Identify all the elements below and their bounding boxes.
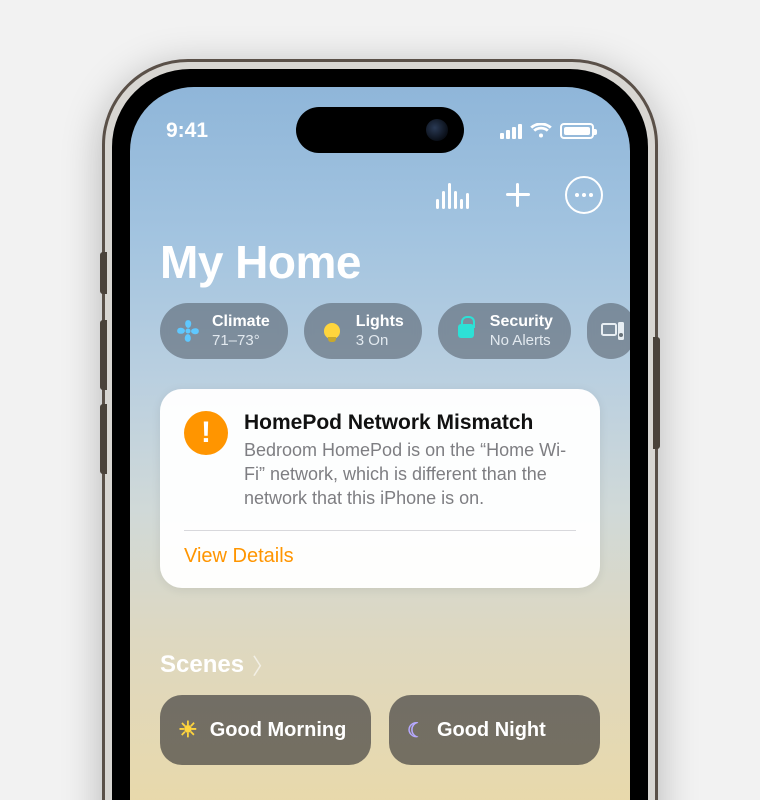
alert-card: ! HomePod Network Mismatch Bedroom HomeP… <box>160 389 600 588</box>
scenes-heading: Scenes <box>160 651 244 679</box>
chip-label: Lights <box>356 313 404 331</box>
warning-icon: ! <box>184 411 228 455</box>
category-chips: Climate 71–73° Lights 3 On <box>160 303 630 359</box>
chip-climate[interactable]: Climate 71–73° <box>160 303 288 359</box>
intercom-button[interactable] <box>432 175 472 215</box>
battery-icon <box>560 123 594 139</box>
alert-title: HomePod Network Mismatch <box>244 411 576 435</box>
phone-frame: 9:41 <box>102 59 658 800</box>
chip-security[interactable]: Security No Alerts <box>438 303 571 359</box>
plus-icon <box>506 183 530 207</box>
lock-icon <box>452 317 480 345</box>
cellular-icon <box>500 123 522 139</box>
sunrise-icon: ☀︎ <box>178 717 198 743</box>
add-button[interactable] <box>498 175 538 215</box>
moon-icon: ☾ <box>407 718 425 743</box>
scene-label: Good Morning <box>210 719 347 742</box>
intercom-icon <box>436 181 469 209</box>
scene-tiles: ☀︎ Good Morning ☾ Good Night <box>160 695 600 765</box>
chip-sub: No Alerts <box>490 332 553 349</box>
fan-icon <box>174 317 202 345</box>
view-details-button[interactable]: View Details <box>184 545 576 568</box>
screen: 9:41 <box>130 87 630 800</box>
scene-good-morning[interactable]: ☀︎ Good Morning <box>160 695 371 765</box>
more-button[interactable] <box>564 175 604 215</box>
chip-lights[interactable]: Lights 3 On <box>304 303 422 359</box>
bulb-icon <box>318 317 346 345</box>
toolbar <box>432 175 604 215</box>
status-bar: 9:41 <box>130 111 630 151</box>
alert-body: Bedroom HomePod is on the “Home Wi-Fi” n… <box>244 439 576 510</box>
status-time: 9:41 <box>166 119 208 143</box>
speakers-icon <box>599 317 627 345</box>
divider <box>184 530 576 531</box>
scenes-header[interactable]: Scenes 〉 <box>160 649 274 681</box>
wifi-icon <box>530 123 552 139</box>
chevron-right-icon: 〉 <box>252 649 274 681</box>
ellipsis-circle-icon <box>565 176 603 214</box>
chip-label: Climate <box>212 313 270 331</box>
scene-label: Good Night <box>437 719 546 742</box>
scenes-section: Scenes 〉 <box>160 649 274 681</box>
chip-sub: 3 On <box>356 332 404 349</box>
chip-sub: 71–73° <box>212 332 270 349</box>
page-title: My Home <box>160 235 361 289</box>
chip-more[interactable] <box>587 303 630 359</box>
chip-label: Security <box>490 313 553 331</box>
scene-good-night[interactable]: ☾ Good Night <box>389 695 600 765</box>
